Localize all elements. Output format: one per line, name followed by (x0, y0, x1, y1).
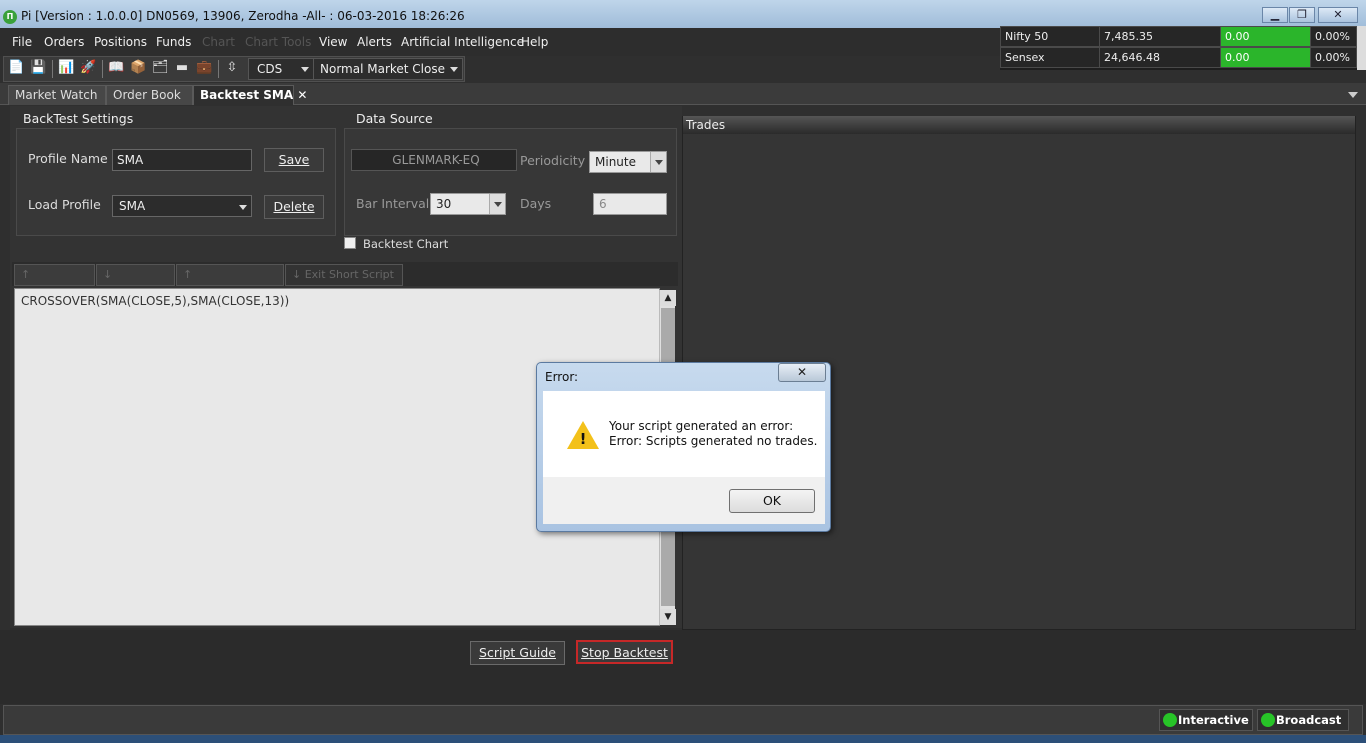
menu-help[interactable]: Help (521, 35, 548, 49)
delete-button[interactable]: Delete (264, 195, 324, 219)
book-icon[interactable]: 📖 (108, 60, 124, 76)
market-status-value: Normal Market Close (320, 62, 445, 76)
menu-orders[interactable]: Orders (44, 35, 84, 49)
tab-backtest-sma[interactable]: Backtest SMA ✕ (193, 85, 307, 105)
trades-title: Trades (683, 116, 1355, 134)
chevron-down-icon (650, 152, 666, 172)
ticker-name: Sensex (1000, 47, 1100, 68)
menu-chart-tools: Chart Tools (245, 35, 312, 49)
minimize-button[interactable]: ▁ (1262, 7, 1288, 23)
ticker-pct: 0.00% (1310, 26, 1357, 47)
dialog-message-line2: Error: Scripts generated no trades. (609, 434, 818, 448)
ticker-value: 24,646.48 (1099, 47, 1221, 68)
save-button[interactable]: Save (264, 148, 324, 172)
ticker-pct: 0.00% (1310, 47, 1357, 68)
menu-file[interactable]: File (12, 35, 32, 49)
toolbar-divider (218, 60, 219, 78)
briefcase-icon[interactable]: 💼 (196, 60, 212, 76)
ticker-change: 0.00 (1220, 47, 1311, 68)
chevron-down-icon (301, 67, 309, 72)
menu-funds[interactable]: Funds (156, 35, 191, 49)
bottom-bar (0, 630, 1366, 704)
close-window-button[interactable]: ✕ (1318, 7, 1358, 23)
script-guide-button[interactable]: Script Guide (470, 641, 565, 665)
status-dot-icon (1261, 713, 1275, 727)
ticker-name: Nifty 50 (1000, 26, 1100, 47)
broadcast-status: Broadcast (1257, 709, 1349, 731)
ok-button[interactable]: OK (729, 489, 815, 513)
menu-view[interactable]: View (319, 35, 347, 49)
symbol-field[interactable]: GLENMARK-EQ (351, 149, 517, 171)
ticker-change: 0.00 (1220, 26, 1311, 47)
scroll-up-icon[interactable]: ▲ (660, 290, 676, 306)
load-profile-value: SMA (119, 199, 146, 213)
expand-icon[interactable]: ⇳ (224, 60, 240, 76)
status-dot-icon (1163, 713, 1177, 727)
backtest-chart-checkbox[interactable] (344, 237, 356, 249)
tab-menu-chevron-icon[interactable] (1348, 92, 1358, 98)
days-input[interactable]: 6 (593, 193, 667, 215)
days-label: Days (520, 196, 552, 211)
bar-interval-label: Bar Interval (356, 196, 430, 211)
backtest-chart-label: Backtest Chart (363, 237, 449, 251)
arrow-up-icon: ↑ (21, 268, 31, 281)
tab-exit-long-script[interactable]: ↓ (96, 264, 175, 286)
ticker-value: 7,485.35 (1099, 26, 1221, 47)
box-icon[interactable]: 📦 (130, 60, 146, 76)
arrow-down-icon: ↓ (292, 268, 302, 281)
scroll-down-icon[interactable]: ▼ (660, 609, 676, 625)
backtest-settings-title: BackTest Settings (23, 111, 134, 126)
script-tab-label: Exit Short Script (304, 268, 394, 281)
tab-exit-short-script[interactable]: ↓ Exit Short Script (285, 264, 403, 286)
chevron-down-icon (239, 205, 247, 210)
menu-positions[interactable]: Positions (94, 35, 147, 49)
dialog-message-line1: Your script generated an error: (609, 419, 794, 433)
interactive-label: Interactive (1178, 713, 1249, 727)
save-icon[interactable]: 💾 (30, 60, 46, 76)
exchange-select[interactable]: CDS (248, 58, 314, 80)
backtest-settings-group (16, 128, 336, 236)
toolbar-divider (102, 60, 103, 78)
rocket-icon[interactable]: 🚀 (80, 60, 96, 76)
periodicity-value: Minute (595, 155, 636, 169)
bar-icon[interactable]: ▬ (174, 60, 190, 76)
interactive-status: Interactive (1159, 709, 1253, 731)
load-profile-label: Load Profile (28, 197, 101, 212)
exchange-value: CDS (257, 62, 283, 76)
folder-icon[interactable]: 🗂 (152, 60, 169, 76)
tab-market-watch[interactable]: Market Watch (8, 85, 106, 105)
market-status-select[interactable]: Normal Market Close (313, 58, 463, 80)
os-taskbar (0, 735, 1366, 743)
broadcast-label: Broadcast (1276, 713, 1342, 727)
dialog-title: Error: (545, 370, 579, 384)
profile-name-label: Profile Name (28, 151, 108, 166)
menu-alerts[interactable]: Alerts (357, 35, 392, 49)
app-logo-icon: Π (3, 10, 17, 24)
window-title: Pi [Version : 1.0.0.0] DN0569, 13906, Ze… (21, 9, 465, 23)
periodicity-label: Periodicity (520, 153, 586, 168)
warning-mark: ! (579, 430, 587, 448)
tab-order-book[interactable]: Order Book (106, 85, 193, 105)
menu-chart: Chart (202, 35, 235, 49)
profile-name-input[interactable]: SMA (112, 149, 252, 171)
arrow-down-icon: ↓ (103, 268, 113, 281)
menu-artificial-intelligence[interactable]: Artificial Intelligence (401, 35, 524, 49)
ticker-scrollbar[interactable] (1357, 26, 1366, 70)
chart-icon[interactable]: 📊 (58, 60, 74, 76)
tab-entry-long-script[interactable]: ↑ (14, 264, 95, 286)
arrow-up-icon: ↑ (183, 268, 193, 281)
data-source-title: Data Source (356, 111, 433, 126)
chevron-down-icon (489, 194, 505, 214)
stop-backtest-button[interactable]: Stop Backtest (576, 640, 673, 664)
bar-interval-value: 30 (436, 197, 452, 211)
maximize-button[interactable]: ❐ (1289, 7, 1315, 23)
data-source-group (344, 128, 677, 236)
toolbar-divider (52, 60, 53, 78)
load-profile-select[interactable]: SMA (112, 195, 252, 217)
new-order-icon[interactable]: 📄 (8, 60, 24, 76)
dialog-close-button[interactable]: ✕ (778, 363, 826, 382)
chevron-down-icon (450, 67, 458, 72)
tab-entry-short-script[interactable]: ↑ (176, 264, 284, 286)
